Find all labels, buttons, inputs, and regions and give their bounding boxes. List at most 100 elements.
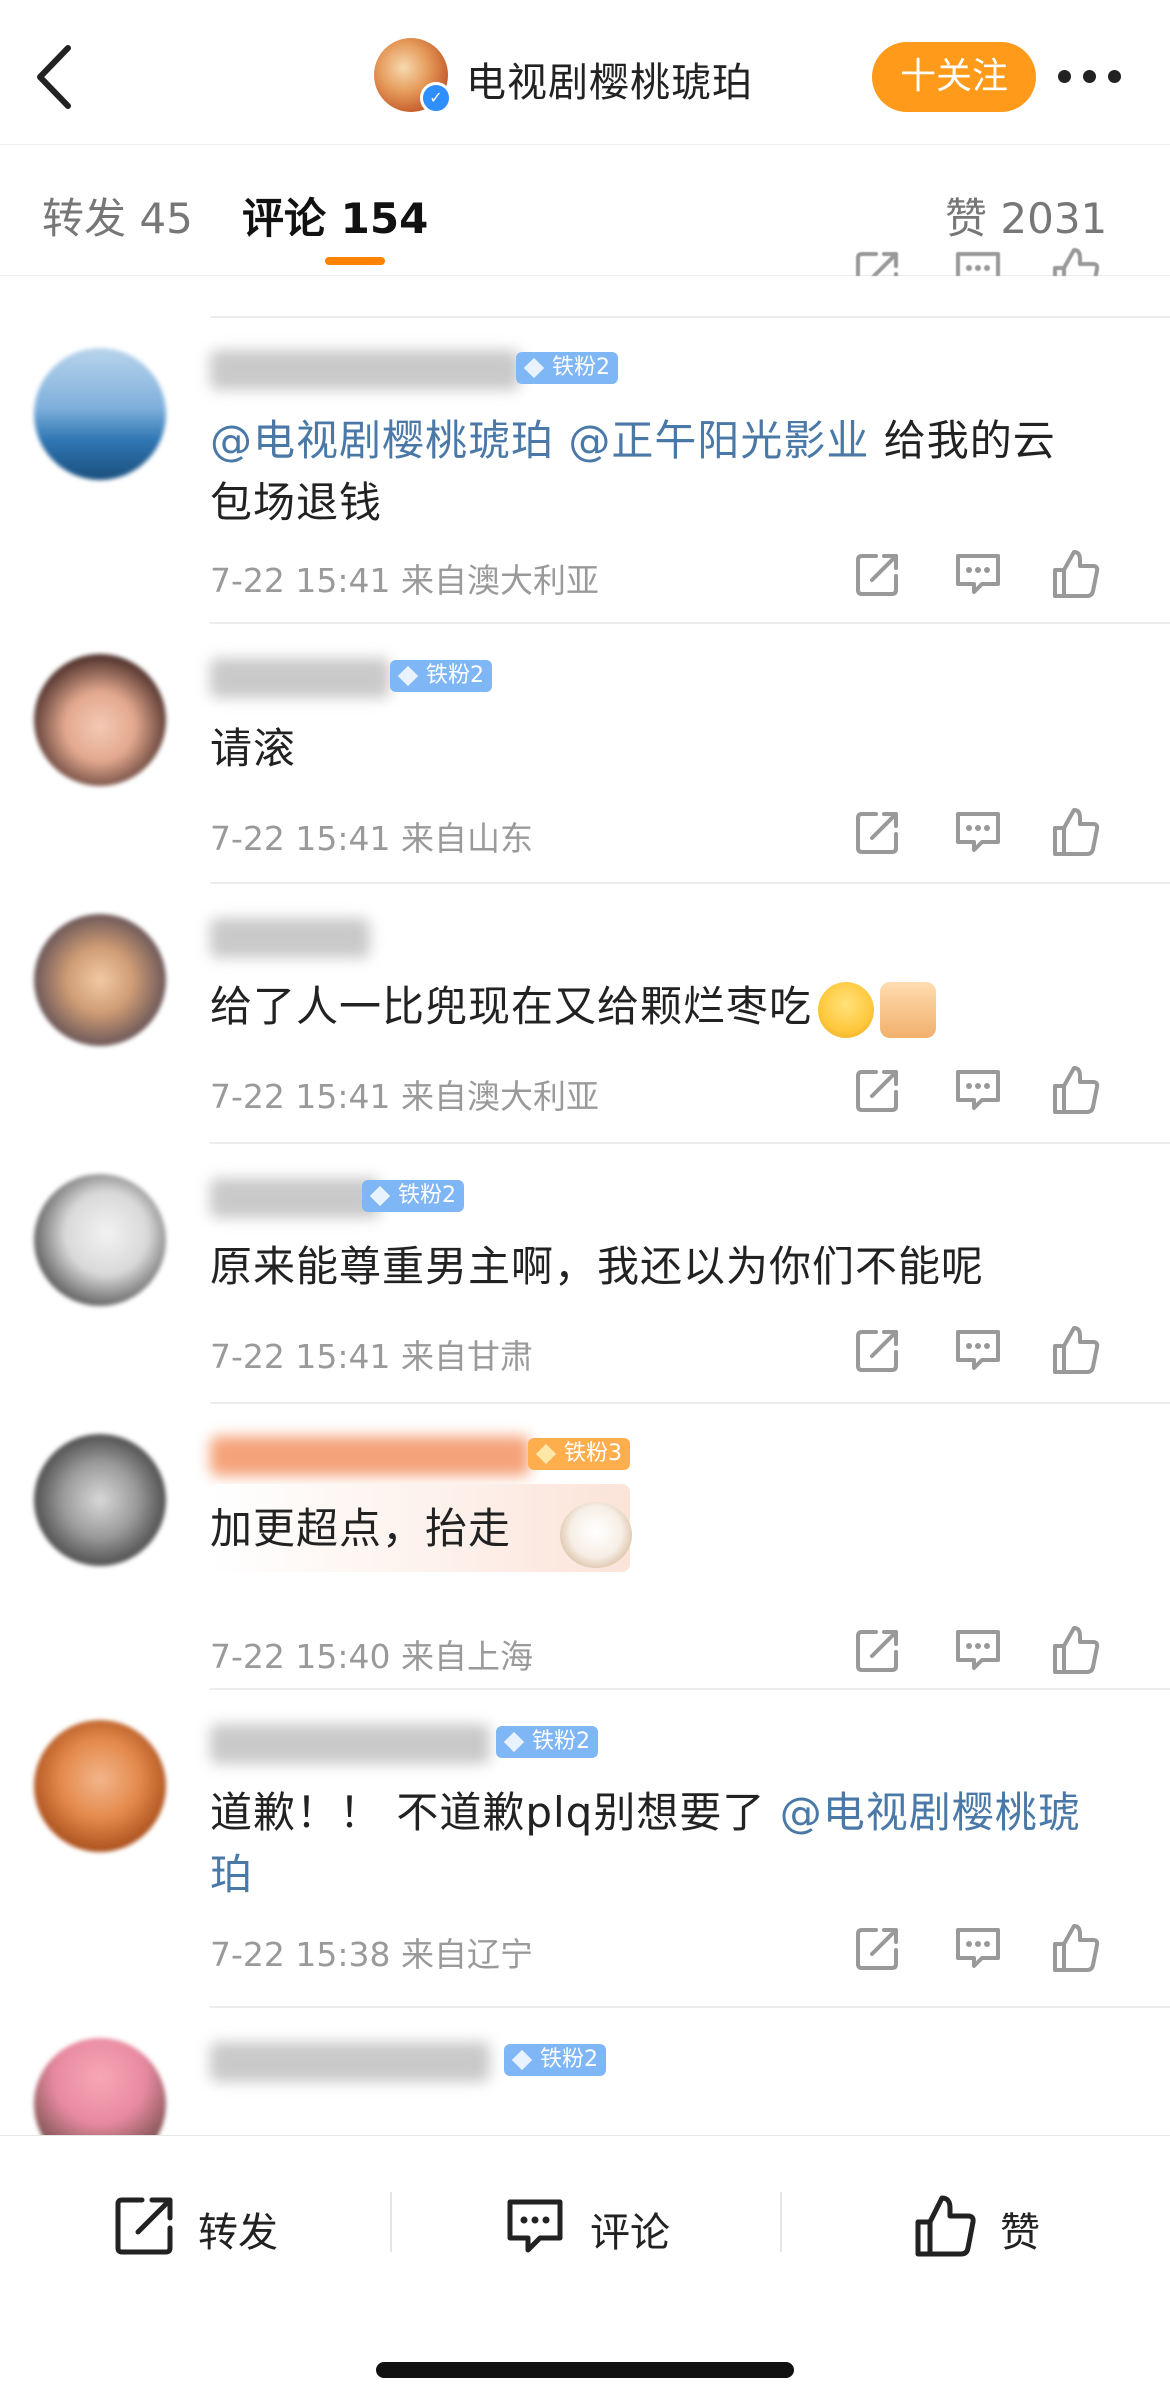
comment-like-icon[interactable] (1050, 806, 1102, 858)
comment-like-icon[interactable] (1050, 1324, 1102, 1376)
account-name[interactable]: 电视剧樱桃琥珀 (466, 50, 753, 108)
comment-share-icon[interactable] (852, 1624, 904, 1676)
comment-icon (507, 2199, 563, 2253)
comment-divider (210, 882, 1170, 884)
commenter-username[interactable] (210, 1724, 490, 1764)
comment-like-icon[interactable] (1050, 1922, 1102, 1974)
thumbs-up-icon (915, 2195, 976, 2257)
comment-like-icon[interactable] (1050, 246, 1102, 276)
comment-divider (210, 1402, 1170, 1404)
tab-likes-label: 赞 (945, 194, 988, 243)
comment-location: 来自澳大利亚 (401, 561, 599, 600)
comment-text-part: 给了人一比兜现在又给颗烂枣吃 (210, 982, 813, 1031)
comment-reply-icon[interactable] (952, 806, 1004, 858)
fan-badge: 铁粉2 (516, 352, 618, 384)
comment-share-icon[interactable] (852, 806, 904, 858)
comment-location: 来自澳大利亚 (401, 1077, 599, 1116)
share-icon (115, 2197, 173, 2255)
commenter-avatar[interactable] (34, 654, 166, 786)
commenter-username[interactable] (210, 350, 520, 390)
repost-label: 转发 (198, 2210, 278, 2256)
mention-link-text: @电视剧樱桃琥 (779, 1788, 1081, 1837)
mention-link[interactable]: @正午阳光影业 (568, 416, 869, 465)
tab-comments-count: 154 (340, 194, 429, 243)
comment-text-part: 道歉！！ 不道歉plq别想要了 (210, 1788, 766, 1837)
comment-text: 给了人一比兜现在又给颗烂枣吃 (210, 976, 1120, 1038)
comment-location: 来自甘肃 (401, 1337, 533, 1376)
more-options-icon[interactable] (1058, 70, 1122, 84)
tab-repost-label: 转发 (42, 194, 127, 243)
comment-share-icon[interactable] (852, 1064, 904, 1116)
comment-label: 评论 (590, 2210, 670, 2256)
comment-reply-icon[interactable] (952, 1624, 1004, 1676)
comment-reply-icon[interactable] (952, 1324, 1004, 1376)
commenter-avatar[interactable] (34, 1434, 166, 1566)
comment-text: @电视剧樱桃琥珀 @正午阳光影业 给我的云 包场退钱 (210, 410, 1120, 534)
comment-divider (210, 1688, 1170, 1690)
back-arrow-icon[interactable] (30, 42, 80, 112)
comment-reply-icon[interactable] (952, 1064, 1004, 1116)
comment-text: 道歉！！ 不道歉plq别想要了 @电视剧樱桃琥珀 (210, 1782, 1120, 1906)
comment-like-icon[interactable] (1050, 1064, 1102, 1116)
comment-button[interactable]: 评论 (502, 2186, 702, 2266)
commenter-avatar[interactable] (34, 914, 166, 1046)
comment-share-icon[interactable] (852, 548, 904, 600)
comment-meta: 7-22 15:40 来自上海 (210, 1630, 533, 1678)
like-button[interactable]: 赞 (912, 2186, 1072, 2266)
comment-text: 原来能尊重男主啊，我还以为你们不能呢 (210, 1242, 985, 1291)
comment-reply-icon[interactable] (952, 246, 1004, 276)
commenter-username[interactable] (210, 918, 370, 958)
commenter-avatar[interactable] (34, 1174, 166, 1306)
tab-comments[interactable]: 评论 154 (242, 185, 428, 246)
partial-comment-row (210, 274, 1170, 316)
commenter-avatar[interactable] (34, 1720, 166, 1852)
comment-time: 7-22 15:41 (210, 561, 391, 600)
victory-hand-emoji-icon (880, 981, 937, 1038)
commenter-avatar[interactable] (34, 348, 166, 480)
comment-meta: 7-22 15:41 来自澳大利亚 (210, 554, 599, 602)
follow-button[interactable]: 十关注 (872, 42, 1036, 112)
account-avatar[interactable]: ✓ (374, 38, 452, 114)
comment-location: 来自辽宁 (401, 1935, 533, 1974)
comment-meta: 7-22 15:38 来自辽宁 (210, 1928, 533, 1976)
verified-icon: ✓ (420, 82, 452, 114)
comment-time: 7-22 15:41 (210, 1077, 391, 1116)
comment-share-icon[interactable] (852, 1324, 904, 1376)
repost-button[interactable]: 转发 (112, 2186, 312, 2266)
fan-badge: 铁粉2 (390, 660, 492, 692)
comment-divider (210, 1142, 1170, 1144)
comment-share-icon[interactable] (852, 246, 904, 276)
comment-location: 来自上海 (401, 1637, 533, 1676)
active-tab-indicator (325, 257, 385, 265)
comment-meta: 7-22 15:41 来自澳大利亚 (210, 1070, 599, 1118)
comment-item: 铁粉2 (0, 2008, 1170, 2135)
bottom-bar-separator (780, 2192, 782, 2252)
fan-badge: 铁粉2 (496, 1726, 598, 1758)
mention-link[interactable]: @电视剧樱桃琥珀 (210, 416, 554, 465)
commenter-username[interactable] (210, 658, 390, 698)
comment-divider (210, 622, 1170, 624)
commenter-username[interactable] (210, 1436, 530, 1476)
comment-reply-icon[interactable] (952, 1922, 1004, 1974)
commenter-avatar[interactable] (34, 2038, 166, 2135)
commenter-username[interactable] (210, 1178, 380, 1218)
tab-likes[interactable]: 赞 2031 (945, 185, 1107, 246)
comment-text: 加更超点，抬走 (210, 1504, 512, 1553)
tab-comments-label: 评论 (242, 194, 327, 243)
comment-share-icon[interactable] (852, 1922, 904, 1974)
comment-divider (210, 316, 1170, 318)
commenter-username[interactable] (210, 2042, 490, 2082)
like-label: 赞 (1000, 2210, 1040, 2256)
comment-like-icon[interactable] (1050, 548, 1102, 600)
fan-badge: 铁粉2 (362, 1180, 464, 1212)
comment-text: 请滚 (210, 724, 297, 773)
comment-reply-icon[interactable] (952, 548, 1004, 600)
tab-repost[interactable]: 转发 45 (42, 185, 193, 246)
comment-time: 7-22 15:38 (210, 1935, 391, 1974)
comment-meta: 7-22 15:41 来自山东 (210, 812, 533, 860)
fan-badge: 铁粉2 (504, 2044, 606, 2076)
comment-text-part: 给我的云 (869, 416, 1056, 465)
comment-location: 来自山东 (401, 819, 533, 858)
comment-like-icon[interactable] (1050, 1624, 1102, 1676)
fan-badge: 铁粉3 (528, 1438, 630, 1470)
